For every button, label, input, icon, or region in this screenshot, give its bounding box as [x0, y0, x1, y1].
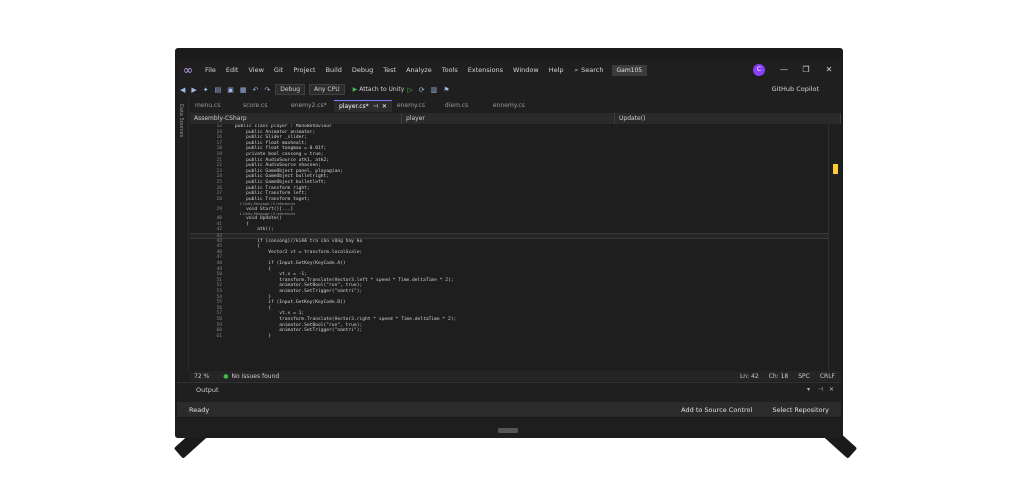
whitespace-mode[interactable]: SPC: [798, 373, 810, 380]
close-tab-icon[interactable]: ✕: [382, 103, 387, 110]
close-button[interactable]: ✕: [818, 59, 840, 81]
issues-label[interactable]: No issues found: [232, 373, 280, 380]
document-tabs: menu.cs score.cs enemy2.cs* player.cs* ⊣ ✕…: [190, 100, 841, 112]
tab-score-cs[interactable]: score.cs: [238, 100, 286, 112]
tv-logo: [498, 428, 518, 433]
undo-icon[interactable]: ↶: [250, 86, 262, 94]
menu-analyze[interactable]: Analyze: [401, 59, 437, 81]
add-to-source-control-button[interactable]: Add to Source Control: [681, 406, 752, 414]
menu-project[interactable]: Project: [288, 59, 320, 81]
github-copilot-button[interactable]: GitHub Copilot: [772, 81, 819, 98]
editor-status-line: 72 % ● No issues found Ln: 42 Ch: 18 SPC…: [190, 371, 841, 381]
attach-label: Attach to Unity: [359, 86, 405, 93]
save-all-icon[interactable]: ▦: [237, 86, 250, 94]
data-sources-label: Data Sources: [178, 104, 184, 138]
user-avatar[interactable]: C: [753, 64, 765, 76]
chevron-down-icon[interactable]: ▾: [807, 386, 810, 393]
menu-view[interactable]: View: [243, 59, 268, 81]
attach-button[interactable]: ▶ Attach to Unity: [353, 86, 405, 93]
tab-ennemy-cs[interactable]: ennemy.cs: [488, 100, 536, 112]
menu-build[interactable]: Build: [321, 59, 347, 81]
screen: ∞ File Edit View Git Project Build Debug…: [177, 59, 841, 417]
line-number-gutter: 61: [216, 333, 222, 339]
code-text[interactable]: }: [235, 334, 271, 340]
open-icon[interactable]: ▤: [212, 86, 225, 94]
bookmark-icon[interactable]: ⚑: [440, 86, 452, 94]
char-number[interactable]: Ch: 18: [769, 373, 789, 380]
toolbar: ◀ ▶ ✦ ▤ ▣ ▦ ↶ ↷ Debug Any CPU ▶ Attach to…: [177, 81, 841, 98]
menu-help[interactable]: Help: [544, 59, 569, 81]
tab-enemy-cs[interactable]: enemy.cs: [392, 100, 440, 112]
visual-studio-logo-icon[interactable]: ∞: [180, 62, 196, 78]
forward-icon[interactable]: ▶: [188, 86, 199, 94]
solution-name: Gam105: [611, 64, 648, 76]
menu-bar: File Edit View Git Project Build Debug T…: [200, 59, 569, 81]
menu-extensions[interactable]: Extensions: [463, 59, 508, 81]
run-without-debug-icon[interactable]: ▷: [404, 86, 415, 94]
menu-file[interactable]: File: [200, 59, 221, 81]
menu-git[interactable]: Git: [269, 59, 288, 81]
configuration-select[interactable]: Debug: [275, 84, 306, 95]
pin-icon[interactable]: ⊣: [373, 103, 378, 110]
redo-icon[interactable]: ↷: [261, 86, 273, 94]
line-ending[interactable]: CRLF: [820, 373, 835, 380]
project-dropdown[interactable]: Assembly-CSharp: [190, 113, 402, 124]
save-icon[interactable]: ▣: [224, 86, 237, 94]
no-issues-icon: ●: [223, 372, 229, 380]
menu-test[interactable]: Test: [378, 59, 401, 81]
status-ready: Ready: [189, 405, 210, 414]
output-panel: Output ▾ ⊣ ✕: [177, 382, 841, 402]
hot-reload-icon[interactable]: ⟳: [416, 86, 428, 94]
platform-select[interactable]: Any CPU: [309, 84, 345, 95]
status-right: Add to Source Control Select Repository: [681, 406, 841, 414]
menu-window[interactable]: Window: [508, 59, 544, 81]
select-repository-button[interactable]: Select Repository: [772, 406, 829, 414]
close-panel-icon[interactable]: ✕: [829, 386, 834, 393]
member-dropdown[interactable]: Update(): [615, 113, 841, 124]
search-icon: ⌕: [574, 65, 579, 74]
menu-edit[interactable]: Edit: [221, 59, 244, 81]
search-label: Search: [581, 66, 604, 74]
code-editor[interactable]: 12 public class player : MonoBehaviour 14 …: [190, 124, 828, 371]
tab-player-label: player.cs*: [339, 103, 369, 110]
code-line[interactable]: 61 }: [190, 334, 828, 340]
tab-player-cs[interactable]: player.cs* ⊣ ✕: [334, 100, 392, 112]
status-bar: Ready Add to Source Control Select Repos…: [177, 402, 841, 417]
class-dropdown[interactable]: player: [402, 113, 615, 124]
maximize-button[interactable]: ❐: [795, 59, 817, 81]
navigation-bar: Assembly-CSharp player Update(): [190, 113, 841, 124]
tab-menu-cs[interactable]: menu.cs: [190, 100, 238, 112]
line-number[interactable]: Ln: 42: [740, 373, 759, 380]
back-icon[interactable]: ◀: [177, 86, 188, 94]
pin-panel-icon[interactable]: ⊣: [818, 386, 823, 393]
menu-debug[interactable]: Debug: [347, 59, 378, 81]
play-icon: ▶: [352, 86, 358, 93]
data-sources-panel[interactable]: Data Sources: [177, 98, 189, 370]
search-box[interactable]: ⌕ Search: [575, 66, 604, 75]
menu-tools[interactable]: Tools: [437, 59, 463, 81]
cursor-info: Ln: 42 Ch: 18 SPC CRLF: [740, 373, 841, 380]
title-bar: ∞ File Edit View Git Project Build Debug…: [177, 59, 841, 81]
tab-enemy2-cs[interactable]: enemy2.cs*: [286, 100, 334, 112]
minimize-button[interactable]: —: [773, 59, 795, 81]
zoom-level[interactable]: 72 %: [194, 373, 209, 380]
scroll-marker[interactable]: [833, 164, 838, 174]
tab-diem-cs[interactable]: diem.cs: [440, 100, 488, 112]
new-project-icon[interactable]: ✦: [200, 86, 212, 94]
diagnostics-icon[interactable]: ▥: [428, 86, 441, 94]
output-title[interactable]: Output: [196, 386, 219, 394]
editor-scrollbar[interactable]: [828, 124, 841, 371]
